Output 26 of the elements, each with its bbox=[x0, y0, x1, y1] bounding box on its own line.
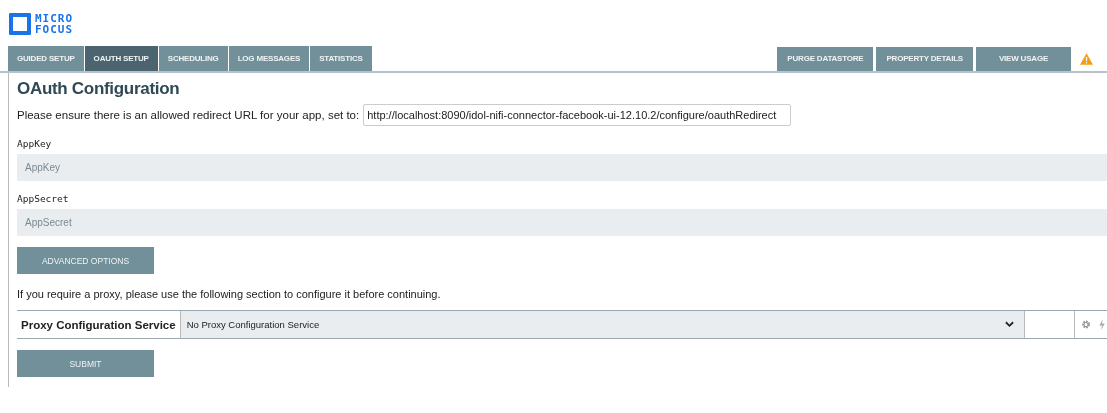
warning-icon bbox=[1080, 52, 1093, 65]
logo-text: MICRO FOCUS bbox=[35, 13, 74, 35]
tab[interactable]: GUIDED SETUP bbox=[8, 46, 84, 71]
submit-button[interactable]: SUBMIT bbox=[17, 350, 154, 377]
proxy-select[interactable]: No Proxy Configuration Service bbox=[179, 311, 1025, 338]
action-button[interactable]: PROPERTY DETAILS bbox=[876, 46, 973, 71]
input-field[interactable]: AppSecret bbox=[17, 209, 1107, 236]
input-field[interactable]: AppKey bbox=[17, 154, 1107, 181]
settings-icon[interactable] bbox=[1081, 319, 1091, 330]
tab[interactable]: STATISTICS bbox=[310, 46, 372, 71]
tab[interactable]: OAUTH SETUP bbox=[84, 46, 158, 71]
action-button[interactable]: PURGE DATASTORE bbox=[777, 46, 874, 71]
action-button[interactable]: VIEW USAGE bbox=[976, 46, 1071, 71]
advanced-options-button[interactable]: ADVANCED OPTIONS bbox=[17, 247, 154, 274]
tab[interactable]: LOG MESSAGES bbox=[228, 46, 310, 71]
redirect-instruction: Please ensure there is an allowed redirect URL for your app, set to: bbox=[17, 109, 360, 121]
tab[interactable]: SCHEDULING bbox=[158, 46, 228, 71]
redirect-url-field[interactable]: http://localhost:8090/idol-nifi-connector-facebook-ui-12.10.2/configure/oauthRedirect bbox=[363, 104, 792, 126]
logo-icon bbox=[9, 13, 31, 35]
field-label: AppKey bbox=[17, 138, 53, 149]
proxy-label: Proxy Configuration Service bbox=[20, 317, 177, 333]
lightning-icon[interactable] bbox=[1097, 319, 1107, 330]
proxy-note: If you require a proxy, please use the following section to configure it before continuing. bbox=[17, 288, 442, 300]
field-label: AppSecret bbox=[17, 193, 70, 204]
chevron-down-icon bbox=[1004, 321, 1014, 328]
page-heading: OAuth Configuration bbox=[17, 79, 181, 99]
